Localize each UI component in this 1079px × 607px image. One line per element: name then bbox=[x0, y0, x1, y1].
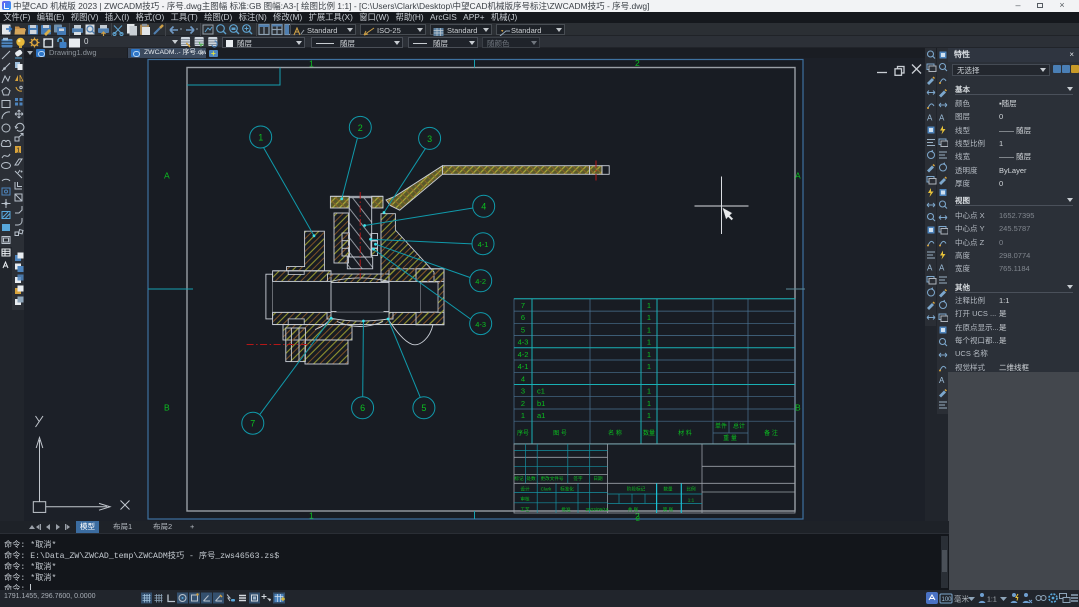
svg-text:4-1: 4-1 bbox=[518, 362, 529, 371]
svg-text:备 注: 备 注 bbox=[764, 429, 778, 437]
svg-text:B: B bbox=[795, 403, 801, 413]
svg-text:4-3: 4-3 bbox=[518, 338, 529, 347]
svg-text:第 张: 第 张 bbox=[663, 506, 674, 513]
svg-text:批准: 批准 bbox=[561, 506, 571, 513]
svg-text:b1: b1 bbox=[537, 399, 545, 408]
svg-text:3: 3 bbox=[427, 134, 432, 144]
svg-text:2: 2 bbox=[521, 399, 525, 408]
svg-text:阶段标记: 阶段标记 bbox=[627, 486, 646, 493]
svg-text:a1: a1 bbox=[537, 411, 545, 420]
svg-text:1: 1 bbox=[521, 411, 525, 420]
svg-text:工艺: 工艺 bbox=[520, 507, 530, 512]
svg-text:更改文件号: 更改文件号 bbox=[541, 475, 564, 482]
svg-text:1: 1 bbox=[647, 313, 651, 322]
svg-text:1: 1 bbox=[16, 147, 20, 154]
svg-text:比例: 比例 bbox=[686, 486, 696, 493]
svg-text:材 料: 材 料 bbox=[678, 429, 692, 437]
svg-text:6: 6 bbox=[360, 403, 365, 413]
svg-text:1: 1 bbox=[647, 362, 651, 371]
svg-text:1: 1 bbox=[647, 387, 651, 396]
svg-text:1:1: 1:1 bbox=[688, 498, 695, 503]
svg-text:标准化: 标准化 bbox=[560, 486, 574, 493]
svg-text:1: 1 bbox=[647, 338, 651, 347]
svg-text:名 称: 名 称 bbox=[608, 429, 622, 437]
svg-text:1: 1 bbox=[258, 132, 263, 142]
svg-text:图 号: 图 号 bbox=[553, 430, 567, 437]
svg-text:4: 4 bbox=[481, 202, 486, 212]
svg-text:1: 1 bbox=[647, 399, 651, 408]
svg-text:c1: c1 bbox=[537, 387, 545, 396]
svg-text:标记: 标记 bbox=[514, 475, 524, 482]
svg-text:签字: 签字 bbox=[573, 475, 583, 481]
svg-text:2023/09/18: 2023/09/18 bbox=[586, 507, 609, 512]
svg-text:4-1: 4-1 bbox=[478, 240, 489, 249]
svg-text:数量: 数量 bbox=[643, 429, 655, 437]
svg-text:数量: 数量 bbox=[663, 486, 673, 493]
svg-text:重 量: 重 量 bbox=[723, 434, 737, 442]
svg-text:共 张: 共 张 bbox=[628, 506, 639, 513]
svg-text:4-3: 4-3 bbox=[475, 320, 486, 329]
svg-text:B: B bbox=[164, 403, 170, 413]
svg-text:3: 3 bbox=[521, 387, 525, 396]
svg-text:处数: 处数 bbox=[526, 475, 536, 482]
svg-text:1: 1 bbox=[309, 511, 314, 521]
svg-text:总计: 总计 bbox=[733, 422, 745, 430]
svg-text:100: 100 bbox=[942, 597, 953, 603]
svg-text:设计: 设计 bbox=[520, 486, 530, 493]
svg-text:6: 6 bbox=[521, 313, 525, 322]
svg-text:1: 1 bbox=[309, 59, 314, 69]
svg-text:1: 1 bbox=[647, 411, 651, 420]
svg-text:4-2: 4-2 bbox=[518, 350, 529, 359]
svg-text:7: 7 bbox=[250, 419, 255, 429]
svg-text:1: 1 bbox=[647, 325, 651, 334]
svg-text:4-2: 4-2 bbox=[475, 277, 486, 286]
svg-text:A: A bbox=[795, 171, 801, 181]
svg-text:序号: 序号 bbox=[517, 429, 529, 437]
svg-text:Clark: Clark bbox=[541, 487, 552, 492]
svg-text:1:1: 1:1 bbox=[987, 597, 997, 604]
svg-text:单件: 单件 bbox=[715, 422, 727, 430]
svg-text:4: 4 bbox=[521, 374, 525, 383]
svg-text:审核: 审核 bbox=[520, 496, 530, 503]
svg-text:5: 5 bbox=[421, 403, 426, 413]
svg-text:2: 2 bbox=[635, 58, 640, 68]
svg-text:1: 1 bbox=[647, 350, 651, 359]
svg-text:1: 1 bbox=[647, 301, 651, 310]
svg-text:A: A bbox=[164, 171, 170, 181]
svg-text:毫米: 毫米 bbox=[954, 594, 969, 604]
svg-text:7: 7 bbox=[521, 301, 525, 310]
svg-text:2: 2 bbox=[358, 123, 363, 133]
svg-text:5: 5 bbox=[521, 325, 525, 334]
